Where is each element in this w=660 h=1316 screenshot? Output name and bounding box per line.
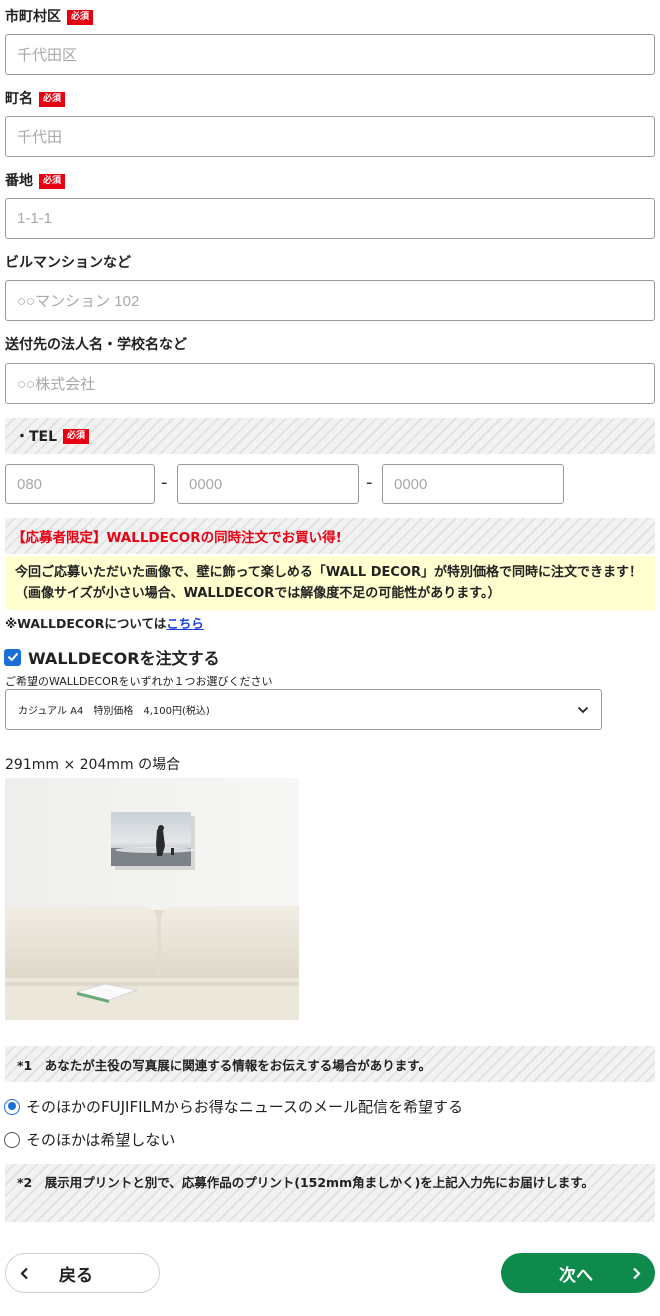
required-badge: 必須 [39, 174, 66, 189]
radio-unselected-icon[interactable] [4, 1131, 20, 1148]
tel-separator: - [366, 472, 373, 493]
newsletter-option-yes[interactable]: そのほかのFUJIFILMからお得なニュースのメール配信を希望する [4, 1096, 463, 1117]
tel-input-3[interactable]: 0000 [382, 464, 564, 504]
walldecor-order-label: WALLDECORを注文する [28, 649, 220, 668]
tel-input-2[interactable]: 0000 [177, 464, 359, 504]
chevron-down-icon [577, 706, 589, 713]
radio-selected-icon[interactable] [4, 1098, 20, 1115]
city-label: 市町村区 必須 [5, 6, 94, 26]
tel-placeholder-3: 0000 [394, 475, 428, 493]
city-placeholder: 千代田区 [17, 47, 78, 64]
walldecor-about-link[interactable]: こちら [166, 616, 204, 631]
walldecor-select-hint: ご希望のWALLDECORをいずれか１つお選びください [5, 675, 273, 688]
company-label: 送付先の法人名・学校名など [5, 337, 187, 353]
town-label: 町名 必須 [5, 88, 66, 108]
promo-header-text: 【応募者限定】WALLDECORの同時注文でお買い得! [12, 530, 342, 546]
address-input[interactable]: 1-1-1 [5, 198, 655, 239]
next-button[interactable]: 次へ [501, 1253, 655, 1293]
company-placeholder: ○○株式会社 [17, 376, 96, 393]
note-1-text: *1 あなたが主役の写真展に関連する情報をお伝えする場合があります。 [17, 1057, 431, 1073]
building-input[interactable]: ○○マンション 102 [5, 280, 655, 321]
walldecor-sample-image [5, 778, 299, 1020]
building-label: ビルマンションなど [5, 255, 131, 271]
walldecor-select[interactable]: カジュアル A4 特別価格 4,100円(税込) [5, 689, 602, 730]
tel-placeholder-2: 0000 [189, 475, 223, 493]
address-label: 番地 必須 [5, 170, 66, 190]
note-2: *2 展示用プリントと別で、応募作品のプリント(152mm角ましかく)を上記入力… [5, 1164, 655, 1222]
company-input[interactable]: ○○株式会社 [5, 363, 655, 404]
required-badge: 必須 [39, 92, 66, 107]
walldecor-order-checkbox-row[interactable]: WALLDECORを注文する [4, 645, 220, 669]
walldecor-about-text: ※WALLDECORについては [5, 616, 167, 631]
required-badge: 必須 [63, 428, 90, 444]
walldecor-about: ※WALLDECORについてはこちら [5, 613, 204, 632]
city-input[interactable]: 千代田区 [5, 34, 655, 75]
checkbox-checked-icon[interactable] [4, 648, 21, 666]
tel-section-header: ・TEL 必須 [5, 418, 655, 454]
town-input[interactable]: 千代田 [5, 116, 655, 157]
newsletter-option-no[interactable]: そのほかは希望しない [4, 1129, 175, 1150]
next-button-label: 次へ [559, 1265, 593, 1286]
tel-label: ・TEL [15, 429, 58, 445]
promo-body: 今回ご応募いただいた画像で、壁に飾って楽しめる「WALL DECOR」が特別価格… [5, 556, 655, 610]
building-placeholder: ○○マンション 102 [17, 293, 140, 310]
promo-header: 【応募者限定】WALLDECORの同時注文でお買い得! [5, 518, 655, 554]
back-button-label: 戻る [59, 1265, 93, 1286]
tel-placeholder-1: 080 [17, 475, 43, 493]
walldecor-select-value: カジュアル A4 特別価格 4,100円(税込) [18, 706, 210, 717]
back-button[interactable]: 戻る [5, 1253, 160, 1293]
chevron-right-icon [632, 1267, 641, 1280]
walldecor-size-caption: 291mm × 204mm の場合 [5, 757, 181, 773]
address-placeholder: 1-1-1 [17, 210, 53, 227]
chevron-left-icon [20, 1267, 29, 1280]
newsletter-option-yes-label: そのほかのFUJIFILMからお得なニュースのメール配信を希望する [26, 1098, 464, 1116]
note-2-text: *2 展示用プリントと別で、応募作品のプリント(152mm角ましかく)を上記入力… [17, 1175, 595, 1190]
newsletter-option-no-label: そのほかは希望しない [26, 1131, 176, 1149]
town-placeholder: 千代田 [17, 129, 63, 146]
required-badge: 必須 [67, 10, 94, 25]
tel-input-1[interactable]: 080 [5, 464, 155, 504]
note-1: *1 あなたが主役の写真展に関連する情報をお伝えする場合があります。 [5, 1046, 655, 1082]
tel-separator: - [161, 472, 168, 493]
